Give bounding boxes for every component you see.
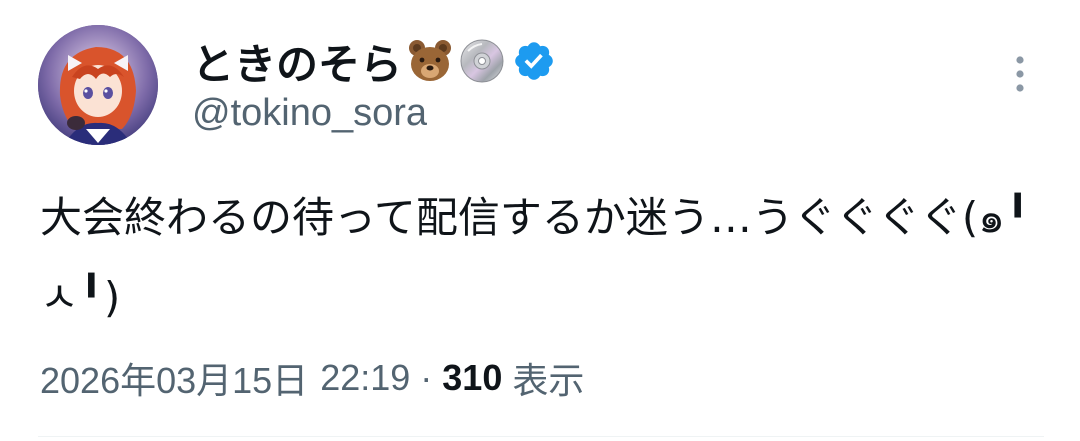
bear-face-icon bbox=[406, 37, 454, 85]
tweet-card: ときのそら @tokino_sora 大会終わるの待って配信するか迷う…うぐぐぐ… bbox=[0, 0, 1080, 441]
user-handle[interactable]: @tokino_sora bbox=[192, 92, 427, 135]
avatar-image bbox=[38, 25, 158, 145]
verified-badge-icon[interactable] bbox=[512, 39, 556, 83]
more-vertical-icon bbox=[1016, 56, 1024, 92]
tweet-date[interactable]: 2026年03月15日 bbox=[40, 352, 308, 404]
views-label: 表示 bbox=[512, 360, 585, 401]
tweet-text: 大会終わるの待って配信するか迷う…うぐぐぐぐ(๑╹ㅅ╹) bbox=[40, 193, 1031, 322]
views-count: 310 bbox=[442, 357, 503, 398]
name-row: ときのそら bbox=[192, 30, 556, 92]
tweet-time[interactable]: 22:19 bbox=[320, 357, 410, 399]
display-name[interactable]: ときのそら bbox=[192, 31, 402, 92]
tweet-meta: 2026年03月15日 22:19 · 310 表示 bbox=[40, 352, 584, 404]
avatar[interactable] bbox=[38, 25, 158, 145]
divider bbox=[38, 436, 1044, 437]
more-options-button[interactable] bbox=[1004, 52, 1036, 96]
meta-separator: · bbox=[420, 357, 433, 398]
dvd-disc-icon bbox=[458, 37, 506, 85]
